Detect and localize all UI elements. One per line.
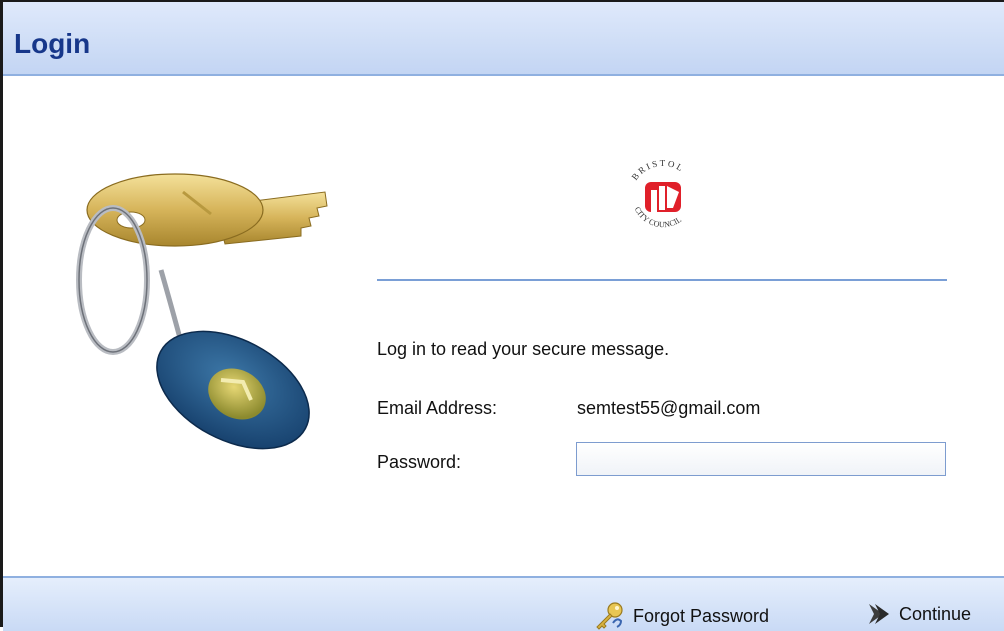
divider	[377, 279, 947, 281]
email-label: Email Address:	[377, 398, 498, 418]
password-label: Password:	[377, 452, 462, 472]
intro-text: Log in to read your secure message.	[377, 339, 670, 359]
footer-bar: Forgot Password Continue	[3, 576, 1004, 631]
page-title: Login	[14, 28, 91, 59]
forgot-password-label: Forgot Password	[633, 605, 770, 626]
login-window: Login B R I S T O L CITY COUNCIL Log in …	[0, 0, 1004, 631]
email-value: semtest55@gmail.com	[577, 398, 761, 418]
continue-button[interactable]: Continue	[863, 601, 971, 627]
header-bar: Login	[3, 2, 1004, 76]
bristol-city-council-logo: B R I S T O L CITY COUNCIL	[630, 158, 687, 229]
continue-label: Continue	[899, 603, 972, 624]
keyring-illustration	[76, 173, 328, 450]
password-input[interactable]	[576, 442, 946, 476]
chevron-right-icon	[869, 604, 889, 624]
